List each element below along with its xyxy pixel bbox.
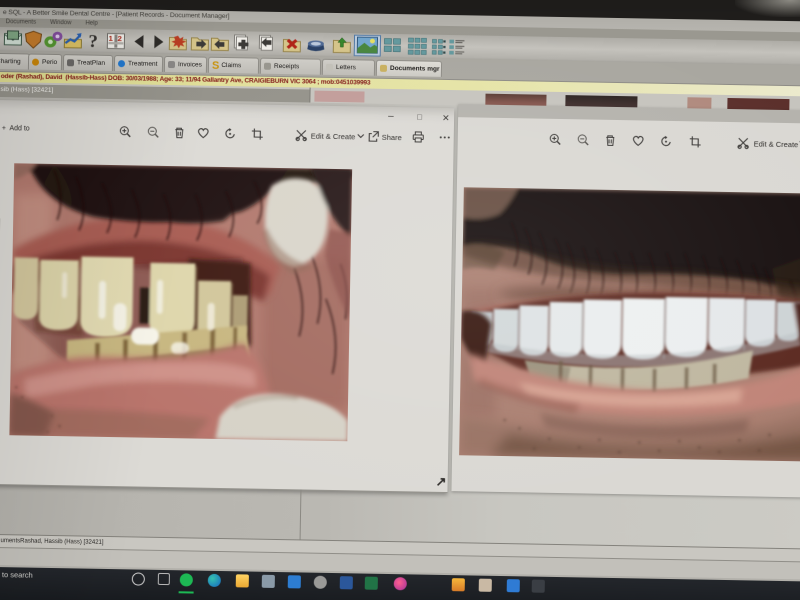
svg-text:Share: Share xyxy=(382,133,402,142)
svg-text:Edit & Create: Edit & Create xyxy=(311,132,356,142)
svg-text:?: ? xyxy=(88,32,98,51)
svg-text:2: 2 xyxy=(117,34,122,43)
svg-text:Edit & Create: Edit & Create xyxy=(754,139,799,149)
